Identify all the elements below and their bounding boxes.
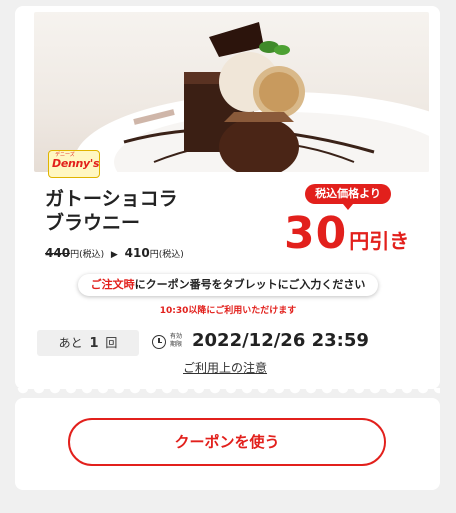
use-coupon-button[interactable]: クーポンを使う <box>68 418 386 466</box>
hours-note: 10:30以降にご利用いただけます <box>159 306 297 316</box>
new-price: 410 <box>124 246 150 260</box>
old-price: 440 <box>45 246 71 260</box>
title-line-2: ブラウニー <box>45 212 141 234</box>
new-price-unit: 円(税込) <box>149 250 184 260</box>
notice-emphasis: ご注文時 <box>90 278 135 291</box>
title-line-1: ガトーショコラ <box>45 188 178 210</box>
order-notice: ご注文時にクーポン番号をタブレットにご入力ください <box>78 274 378 296</box>
dennys-logo: デニーズ Denny's <box>48 150 100 178</box>
card-divider <box>15 388 440 398</box>
discount: 30 円引き <box>284 208 409 259</box>
remaining-suffix: 回 <box>105 336 118 350</box>
discount-value: 30 <box>284 208 348 259</box>
remaining-count: 1 <box>89 336 99 351</box>
clock-icon <box>152 335 166 349</box>
price-line: 440円(税込) ▶ 410円(税込) <box>45 246 184 260</box>
discount-unit: 円引き <box>349 229 410 253</box>
logo-text: Denny's <box>52 157 100 170</box>
old-price-unit: 円(税込) <box>70 250 105 260</box>
remaining-uses: あと 1 回 <box>37 330 139 356</box>
notice-text: にクーポン番号をタブレットにご入力ください <box>134 278 366 291</box>
tax-included-tag: 税込価格より <box>305 184 391 210</box>
arrow-right-icon: ▶ <box>110 250 118 260</box>
dessert-photo <box>34 12 429 172</box>
expire-label: 有効期限 <box>170 333 183 348</box>
expire-date: 2022/12/26 23:59 <box>192 330 369 351</box>
terms-link[interactable]: ご利用上の注意 <box>183 359 267 376</box>
product-title: ガトーショコラ ブラウニー <box>45 187 245 235</box>
remaining-prefix: あと <box>58 336 83 350</box>
